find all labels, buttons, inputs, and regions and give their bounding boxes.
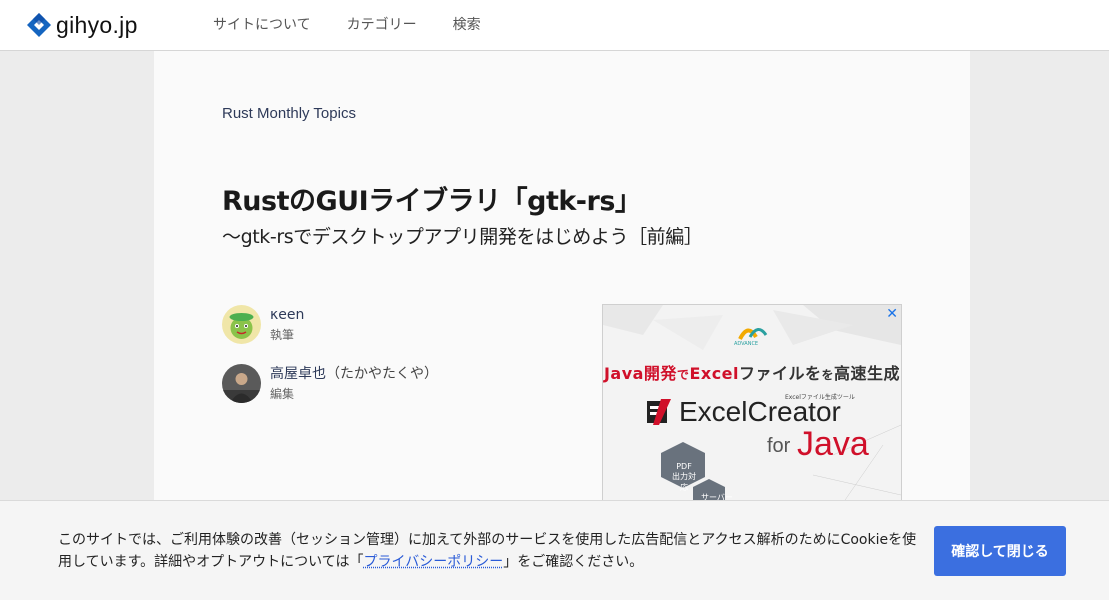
site-header: gihyo.jp サイトについて カテゴリー 検索 [0, 0, 1109, 51]
article-subtitle: 〜gtk-rsでデスクトップアプリ開発をはじめよう［前編］ [222, 226, 703, 248]
author-name[interactable]: κeen [270, 306, 304, 324]
ad-hex-pdf: PDF 出力対応 [672, 462, 696, 492]
nav-search[interactable]: 検索 [453, 16, 481, 34]
ad-for: for [767, 435, 791, 457]
editor-avatar [222, 364, 261, 403]
cookie-message: このサイトでは、ご利用体験の改善（セッション管理）に加えて外部のサービスを使用し… [58, 532, 917, 570]
author[interactable]: κeen 執筆 [222, 305, 304, 344]
series-link[interactable]: Rust Monthly Topics [222, 105, 356, 122]
editor-name[interactable]: 高屋卓也 [270, 366, 326, 382]
ad-headline: Java開発でExcelファイルをを高速生成 [603, 364, 901, 383]
main-nav: サイトについて カテゴリー 検索 [213, 16, 517, 34]
cookie-banner: このサイトでは、ご利用体験の改善（セッション管理）に加えて外部のサービスを使用し… [0, 500, 1109, 600]
nav-about[interactable]: サイトについて [213, 16, 311, 34]
privacy-policy-link[interactable]: プライバシーポリシー [363, 554, 503, 570]
site-logo[interactable]: gihyo.jp [26, 11, 138, 39]
excelcreator-logo-icon [647, 399, 671, 425]
gihyo-logo-icon [27, 13, 51, 37]
ad-banner[interactable]: ADVANCE ✕ Java開発でExcelファイルをを高速生成 Excelファ… [602, 304, 902, 504]
ad-java: Java [797, 425, 869, 463]
ad-product: ExcelCreator [679, 396, 841, 427]
ad-brand-logo-icon [738, 328, 768, 340]
author-avatar [222, 305, 261, 344]
ad-brand: ADVANCE [734, 341, 759, 347]
confirm-close-button[interactable]: 確認して閉じる [934, 526, 1066, 576]
nav-category[interactable]: カテゴリー [347, 16, 417, 34]
editor[interactable]: 高屋卓也（たかやたくや） 編集 [222, 364, 438, 403]
editor-kana: （たかやたくや） [326, 366, 438, 382]
close-icon[interactable]: ✕ [886, 306, 898, 322]
editor-role: 編集 [270, 387, 295, 401]
author-role: 執筆 [270, 328, 295, 342]
logo-text: gihyo.jp [56, 11, 138, 38]
article-title: RustのGUIライブラリ「gtk-rs」 [222, 186, 642, 217]
